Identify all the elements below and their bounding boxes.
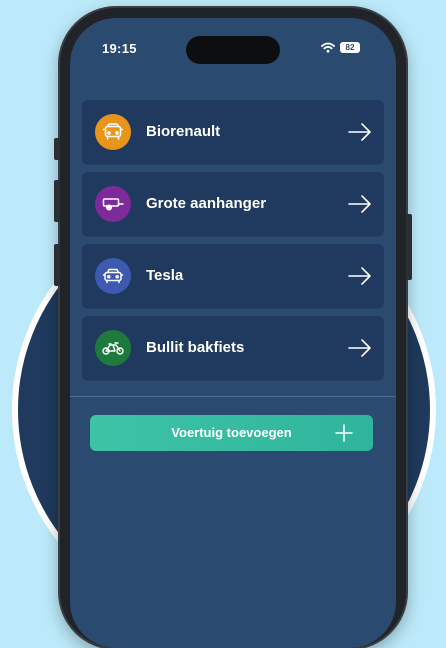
vehicle-name: Bullit bakfiets: [146, 339, 245, 356]
action-button: [54, 138, 60, 160]
volume-up-button: [54, 180, 60, 222]
vehicle-avatar: [95, 186, 131, 222]
wifi-icon: [321, 42, 335, 53]
car-icon: [102, 123, 124, 140]
status-bar: 19:15 82: [70, 18, 396, 72]
vehicle-name: Grote aanhanger: [146, 195, 267, 212]
vehicle-name: Biorenault: [146, 123, 221, 140]
arrow-right-icon: [348, 195, 371, 213]
add-vehicle-label: Voertuig toevoegen: [171, 425, 292, 440]
phone-frame: 19:15 82 Biorenault Grote aanhanger Tesl…: [54, 8, 412, 648]
cargo-bike-icon: [102, 342, 124, 355]
vehicle-item-grote-aanhanger[interactable]: Grote aanhanger: [82, 172, 384, 236]
arrow-right-icon: [348, 339, 371, 357]
vehicle-name: Tesla: [146, 267, 184, 284]
volume-down-button: [54, 244, 60, 286]
vehicle-avatar: [95, 330, 131, 366]
plus-icon: [335, 424, 353, 442]
vehicle-avatar: [95, 114, 131, 150]
dynamic-island: [186, 36, 280, 64]
add-vehicle-button[interactable]: Voertuig toevoegen: [90, 415, 373, 451]
vehicle-item-bullit-bakfiets[interactable]: Bullit bakfiets: [82, 316, 384, 380]
status-time: 19:15: [102, 41, 137, 56]
arrow-right-icon: [348, 267, 371, 285]
trailer-icon: [102, 198, 124, 211]
arrow-right-icon: [348, 123, 371, 141]
car-icon: [102, 268, 124, 284]
status-indicators: 82: [321, 42, 360, 53]
vehicle-list: Biorenault Grote aanhanger Tesla Bullit …: [82, 100, 384, 388]
vehicle-item-biorenault[interactable]: Biorenault: [82, 100, 384, 164]
app-screen: 19:15 82 Biorenault Grote aanhanger Tesl…: [70, 18, 396, 648]
vehicle-item-tesla[interactable]: Tesla: [82, 244, 384, 308]
power-button: [406, 214, 412, 280]
battery-indicator: 82: [340, 42, 360, 53]
divider: [70, 396, 396, 397]
vehicle-avatar: [95, 258, 131, 294]
